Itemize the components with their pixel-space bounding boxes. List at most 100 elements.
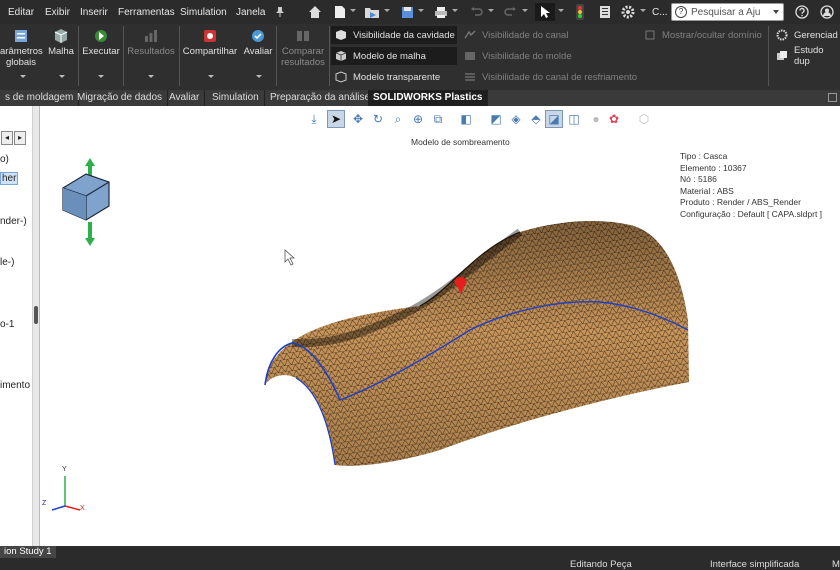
checklist-icon[interactable] [595,3,615,21]
info-produto: Produto : Render / ABS_Render [680,197,801,207]
scroll-left-button[interactable]: ◂ [1,131,13,145]
pan-icon[interactable]: ✥ [349,110,367,128]
modelo-malha-label: Modelo de malha [353,50,426,62]
select-cursor-icon[interactable] [535,3,555,21]
tree-item-4[interactable]: le-) [0,257,14,268]
hide-show-icon[interactable]: ◈ [507,110,525,128]
search-input[interactable]: ? Pesquisar a Aju [671,3,784,21]
shaded-icon[interactable]: ◪ [545,110,563,128]
gerenciador-button[interactable]: Gerenciad [772,26,840,44]
globais-label: globais [5,57,37,68]
appearance-icon[interactable]: ⬘ [527,110,545,128]
display-style-icon[interactable]: ◧ [457,110,475,128]
tree-item-1[interactable]: o) [0,154,9,165]
tab-avaliar[interactable]: Avaliar [164,90,206,106]
pin-icon[interactable] [270,3,290,21]
new-document-icon[interactable] [330,3,350,21]
compartilhar-button[interactable]: Compartilhar [182,28,238,57]
collapse-icon[interactable] [828,93,837,102]
user-icon[interactable] [817,3,837,21]
axis-triad: Y X Z [40,466,100,516]
compare-icon [297,31,309,41]
vis-canal-resfriamento-button[interactable]: Visibilidade do canal de resfriamento [460,68,650,86]
view-title: Modelo de sombreamento [411,137,510,147]
triad-y-label: Y [62,466,67,473]
zoom-icon[interactable]: ⌕ [389,110,407,128]
select-tool-icon[interactable]: ➤ [327,110,345,128]
render-icon[interactable]: ⬡ [635,110,653,128]
menu-inserir[interactable]: Inserir [80,7,108,18]
vis-canal-resfriamento-label: Visibilidade do canal de resfriamento [482,71,638,83]
mesh-icon [54,29,68,43]
vis-canal-button[interactable]: Visibilidade do canal [460,26,610,44]
tree-item-2[interactable]: her [0,172,19,185]
modelo-malha-button[interactable]: Modelo de malha [331,47,457,65]
menu-janela[interactable]: Janela [236,7,265,18]
chevron-down-icon[interactable] [773,10,779,14]
tab-preparacao[interactable]: Preparação da análise [265,90,377,106]
parametros-label: arâmetros [0,46,43,57]
menu-simulation[interactable]: Simulation [180,7,227,18]
manager-icon [776,29,788,41]
gerenciador-label: Gerenciad [794,29,838,41]
resultados-button[interactable]: Resultados [125,28,177,57]
menu-editar[interactable]: Editar [8,7,34,18]
truncated-menu-label[interactable]: C... [652,7,668,18]
cavity-icon [336,30,346,40]
parametros-globais-button[interactable]: arâmetros globais [0,28,43,68]
scroll-right-button[interactable]: ▸ [14,131,26,145]
tree-item-5[interactable]: o-1 [0,319,14,330]
gear-icon[interactable] [618,3,638,21]
estudo-button[interactable]: Estudo dup [772,45,840,67]
info-tipo: Tipo : Casca [680,151,728,161]
zoom-area-icon[interactable]: ⊕ [409,110,427,128]
modelo-transparente-button[interactable]: Modelo transparente [331,68,457,86]
channel-icon [464,30,476,39]
heads-up-toolbar: ⤓ ➤ ✥ ↻ ⌕ ⊕ ⧉ ◧ ◩ ◈ ⬘ ◪ ◫ ● ✿ ⬡ [305,108,660,130]
info-configuracao: Configuração : Default [ CAPA.sldprt ] [680,208,823,219]
color-palette-icon[interactable]: ✿ [605,110,623,128]
results-icon [145,30,157,42]
view-orientation-icon[interactable]: ⧉ [429,110,447,128]
status-interface: Interface simplificada [710,559,800,570]
mostrar-ocultar-button[interactable]: Mostrar/ocultar domínio [640,26,770,44]
tree-item-3[interactable]: nder-) [0,216,27,227]
malha-button[interactable]: Malha [46,28,76,57]
comparar-resultados-button[interactable]: Comparar resultados [278,28,328,68]
executar-label: Executar [82,46,120,57]
panel-splitter[interactable] [33,106,40,546]
evaluate-icon [252,30,264,42]
section-view-icon[interactable]: ◩ [487,110,505,128]
traffic-light-icon[interactable] [570,3,590,21]
tab-solidworks-plastics[interactable]: SOLIDWORKS Plastics [368,90,489,106]
rotate-icon[interactable]: ↻ [369,110,387,128]
save-icon[interactable] [397,3,417,21]
mesh-part[interactable] [264,220,689,466]
study-tab[interactable]: ion Study 1 [0,546,56,558]
home-icon[interactable] [305,3,325,21]
executar-button[interactable]: Executar [80,28,122,57]
menu-exibir[interactable]: Exibir [45,7,70,18]
tab-simulation[interactable]: Simulation [207,90,265,106]
vis-cavidade-button[interactable]: Visibilidade da cavidade [331,26,457,44]
tree-item-6[interactable]: imento [0,380,30,391]
vis-cavidade-label: Visibilidade da cavidade [353,29,455,41]
view-cube[interactable] [58,154,128,254]
undo-icon[interactable] [466,3,486,21]
duplicate-study-icon [776,51,787,60]
help-search-icon[interactable] [792,3,812,21]
scene-icon[interactable]: ● [587,110,605,128]
avaliar-button[interactable]: Avaliar [242,28,274,57]
wireframe-icon[interactable]: ◫ [565,110,583,128]
info-material: Material : ABS [680,185,734,196]
print-icon[interactable] [431,3,451,21]
info-no: Nó : 5186 [680,174,717,184]
zoom-to-fit-icon[interactable]: ⤓ [305,110,323,128]
redo-icon[interactable] [500,3,520,21]
tab-moldagem[interactable]: s de moldagem [0,90,80,106]
splitter-handle[interactable] [34,306,38,324]
vis-molde-button[interactable]: Visibilidade do molde [460,47,610,65]
tab-migracao[interactable]: Migração de dados [72,90,169,106]
open-folder-icon[interactable] [362,3,382,21]
menu-ferramentas[interactable]: Ferramentas [118,7,175,18]
